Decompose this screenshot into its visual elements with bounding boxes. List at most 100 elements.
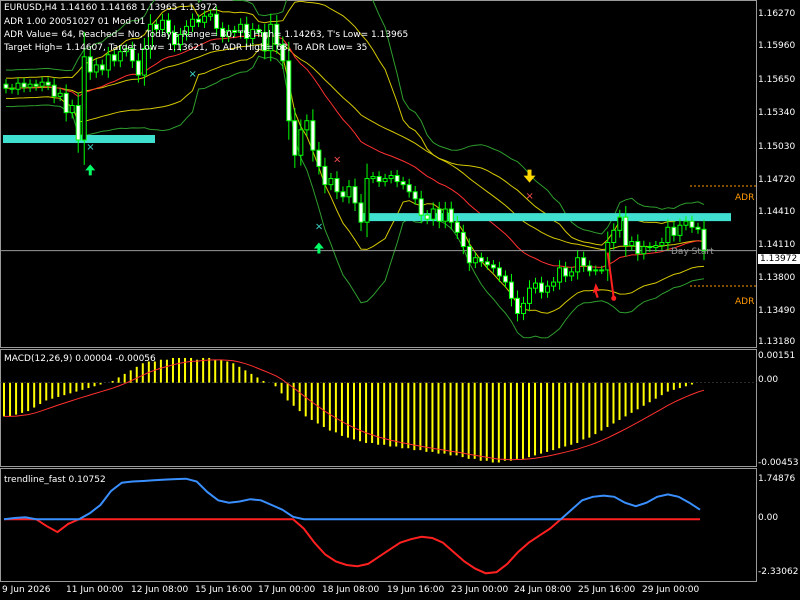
candle-body (346, 186, 352, 198)
time-tick: 18 Jun 08:00 (322, 585, 380, 595)
candle-body (21, 82, 27, 88)
candle-body (214, 13, 220, 29)
candle-body (496, 267, 502, 277)
adr-low-label: ADR (735, 297, 755, 307)
time-tick: 17 Jun 00:00 (258, 585, 316, 595)
candle-body (611, 229, 617, 243)
candle-body (45, 81, 51, 86)
candle-body (87, 56, 93, 73)
candle-body (695, 226, 701, 230)
cross-marker-icon: × (315, 221, 323, 232)
candle-body (533, 282, 539, 289)
time-tick: 9 Jun 2026 (2, 585, 51, 595)
candle-body (117, 51, 123, 62)
candle-body (587, 265, 593, 272)
candle-body (508, 281, 514, 299)
candle-body (677, 224, 683, 236)
candle-body (545, 285, 551, 293)
day-start-label: Day Start (671, 247, 714, 257)
candle-body (635, 240, 641, 255)
price-tick: 1.16270 (758, 9, 796, 19)
candle-body (520, 302, 526, 315)
candle-body (370, 176, 376, 180)
candle-body (51, 84, 57, 97)
time-tick: 24 Jun 08:00 (514, 585, 572, 595)
candle-body (460, 231, 466, 248)
price-tick: 1.15650 (758, 75, 796, 85)
candle-body (57, 92, 63, 97)
candle-body (406, 184, 412, 193)
candle-body (208, 13, 214, 17)
candle-body (388, 175, 394, 180)
buy-arrow-icon (85, 164, 96, 176)
candle-body (75, 105, 81, 141)
candle-body (569, 271, 575, 277)
candle-body (557, 267, 563, 283)
candle-body (63, 92, 69, 114)
candle-body (310, 120, 316, 151)
candle-body (454, 221, 460, 233)
candle-body (424, 214, 430, 220)
candle-body (93, 64, 99, 73)
chart-canvas[interactable]: × × × × × (0, 0, 800, 600)
candle-body (105, 54, 111, 71)
price-tick: 1.14410 (758, 207, 796, 217)
candle-body (328, 178, 334, 186)
candle-body (647, 246, 653, 249)
sell-arrow-icon (523, 169, 536, 183)
candle-body (81, 56, 87, 141)
candle-body (659, 241, 665, 247)
adr-indicator-title: ADR 1.00 20051027 01 Mod 01 (4, 17, 146, 27)
support-zone-2 (363, 213, 731, 222)
macd-tick: 0.00 (758, 375, 779, 385)
candle-body (33, 83, 39, 87)
candle-body (478, 257, 484, 263)
candle-body (641, 246, 647, 255)
candle-body (322, 165, 328, 186)
candle-body (436, 208, 442, 222)
candle-body (617, 216, 623, 231)
candle-body (563, 267, 569, 277)
candle-body (340, 191, 346, 198)
time-tick: 25 Jun 16:00 (578, 585, 636, 595)
buy-arrow-icon (313, 242, 324, 254)
candle-body (382, 178, 388, 183)
candle-body (3, 83, 9, 89)
price-tick: 1.13180 (758, 337, 796, 347)
candle-body (575, 257, 581, 273)
candle-body (27, 83, 33, 88)
candle-body (466, 246, 472, 264)
candle-body (484, 261, 490, 266)
price-tick: 1.13800 (758, 273, 796, 283)
candle-body (623, 216, 629, 247)
time-tick: 15 Jun 16:00 (195, 585, 253, 595)
trendline-title: trendline_fast 0.10752 (4, 475, 106, 485)
trendline-up-line (3, 477, 701, 521)
cross-marker-icon: × (189, 69, 197, 80)
candle-body (400, 181, 406, 186)
candle-body (190, 18, 196, 27)
candle-body (689, 220, 695, 228)
price-tick: 1.14110 (758, 240, 796, 250)
candle-body (304, 120, 310, 131)
adr-values-text: ADR Value= 64, Reached= No, Today's Rang… (4, 30, 409, 40)
adr-targets-text: Target High= 1.14607, Target Low= 1.1362… (4, 43, 368, 53)
adr-high-label: ADR (735, 193, 755, 203)
candle-body (135, 60, 141, 76)
candle-body (665, 226, 671, 243)
macd-tick: -0.00453 (758, 458, 799, 468)
candle-body (514, 297, 520, 315)
candle-body (111, 54, 117, 62)
candle-body (593, 269, 599, 272)
chart-window[interactable]: × × × × × EURUSD,H4 1.14160 1.14168 1.13965 … (0, 0, 800, 600)
candle-body (292, 120, 298, 156)
candle-body (418, 198, 424, 216)
time-tick: 23 Jun 00:00 (451, 585, 509, 595)
trendline-pane-frame (0, 468, 757, 582)
time-tick: 12 Jun 08:00 (131, 585, 189, 595)
macd-title: MACD(12,26,9) 0.00004 -0.00056 (4, 354, 156, 364)
time-tick: 11 Jun 00:00 (66, 585, 124, 595)
cross-marker-icon: × (526, 191, 534, 202)
candle-body (472, 257, 478, 264)
trendline-down-line (4, 518, 700, 575)
